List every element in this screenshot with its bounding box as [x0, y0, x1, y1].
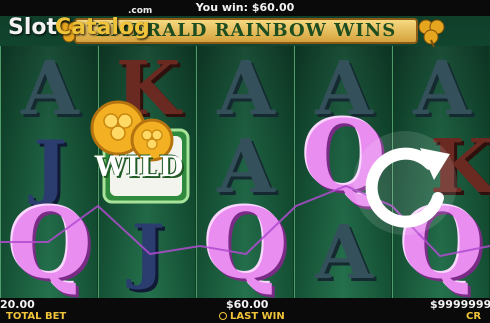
clover-icon — [418, 19, 445, 48]
credit-value: $99999997 — [430, 298, 490, 311]
game-screen: You win: $60.00 A J Q K J A A Q A Q A A … — [0, 0, 490, 323]
total-bet-label[interactable]: TOTAL BET — [6, 311, 66, 323]
credit-label: CR — [466, 311, 482, 322]
last-win-icon — [219, 312, 227, 320]
wild-symbol: WILD — [84, 100, 194, 210]
logo-com-text: .com — [128, 6, 153, 16]
logo-catalog-text: Catalog — [55, 15, 150, 40]
logo-slot-text: Slot — [8, 15, 58, 40]
last-win-value: $60.00 — [226, 298, 269, 311]
total-bet-value: 20.00 — [0, 298, 35, 311]
last-win-label: LAST WIN — [230, 311, 285, 322]
replay-icon[interactable] — [350, 128, 460, 238]
slotcatalog-logo: Slot Catalog .com — [8, 6, 168, 46]
wild-label: WILD — [94, 150, 184, 183]
